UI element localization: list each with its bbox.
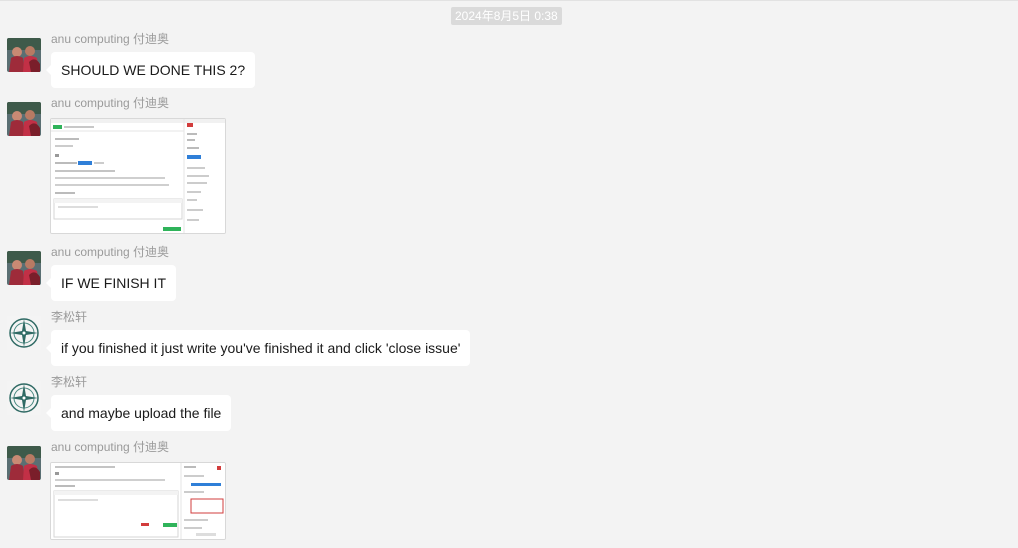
message-bubble[interactable]: if you finished it just write you've fin… <box>45 330 471 366</box>
timestamp-badge: 2024年8月5日 0:38 <box>451 7 562 25</box>
image-attachment[interactable] <box>50 462 226 540</box>
message-bubble[interactable]: and maybe upload the file <box>45 395 232 431</box>
photo-avatar[interactable] <box>7 102 41 136</box>
image-attachment[interactable] <box>50 118 226 234</box>
top-divider <box>0 0 1018 1</box>
message-bubble[interactable]: SHOULD WE DONE THIS 2? <box>45 52 256 88</box>
photo-avatar[interactable] <box>7 251 41 285</box>
sender-name: anu computing 付迪奥 <box>51 96 170 110</box>
photo-avatar[interactable] <box>7 446 41 480</box>
sender-name: 李松轩 <box>51 310 88 324</box>
sender-name: anu computing 付迪奥 <box>51 32 170 46</box>
compass-avatar[interactable] <box>7 381 41 415</box>
message-bubble[interactable]: IF WE FINISH IT <box>46 265 176 301</box>
sender-name: anu computing 付迪奥 <box>51 440 170 454</box>
sender-name: anu computing 付迪奥 <box>51 245 170 259</box>
photo-avatar[interactable] <box>7 38 41 72</box>
compass-avatar[interactable] <box>7 316 41 350</box>
sender-name: 李松轩 <box>51 375 88 389</box>
